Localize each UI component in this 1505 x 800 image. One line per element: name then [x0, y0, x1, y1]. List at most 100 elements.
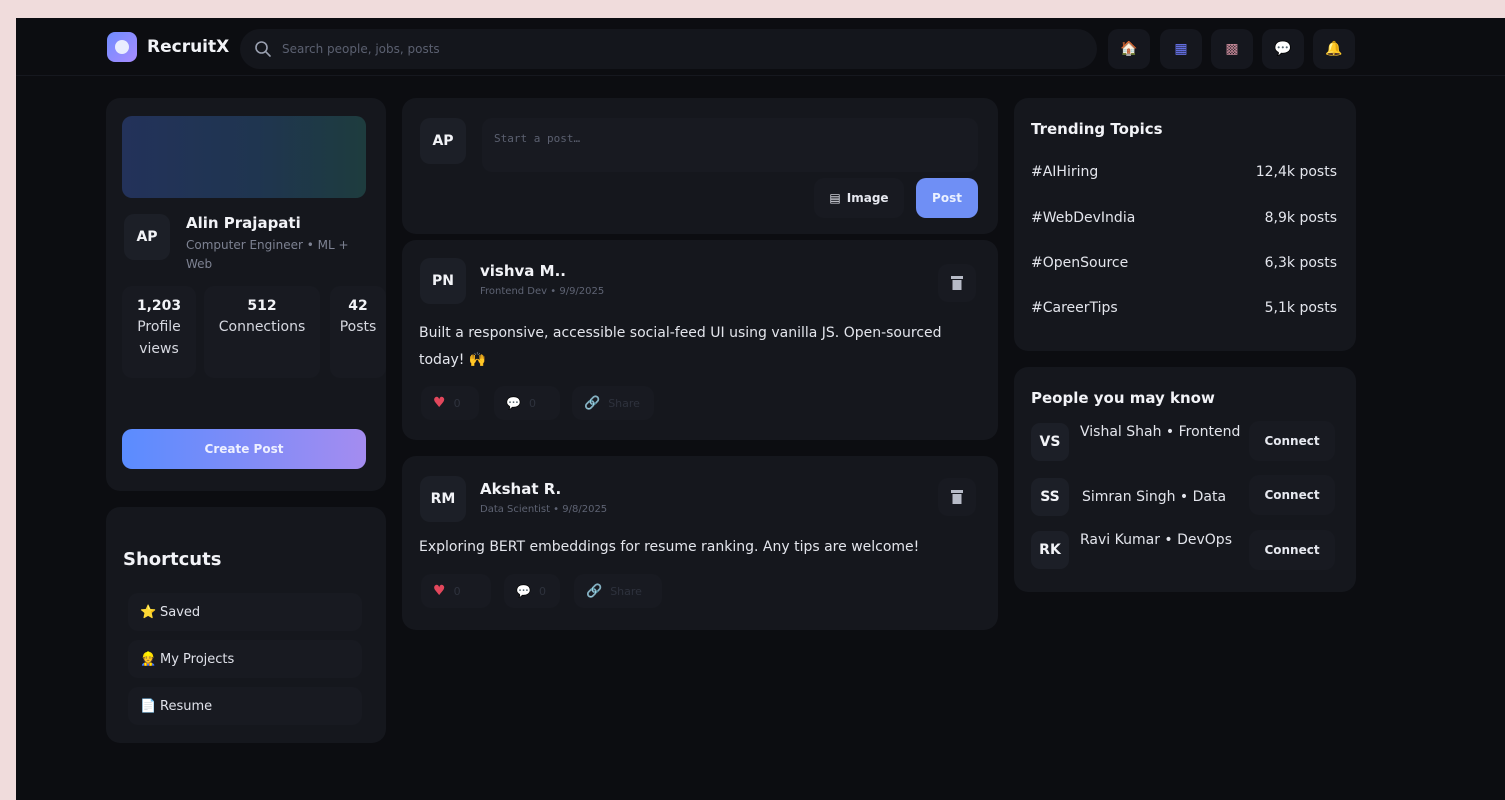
delete-post-button[interactable] — [938, 478, 976, 516]
stat-value: 512 — [247, 298, 277, 314]
image-icon: ▤ — [829, 191, 841, 205]
shortcut-resume[interactable]: 📄 Resume — [128, 687, 362, 725]
shortcut-label: Resume — [160, 698, 213, 714]
shortcut-label: My Projects — [160, 651, 235, 667]
shortcut-saved[interactable]: ⭐ Saved — [128, 593, 362, 631]
post-composer-input[interactable] — [482, 118, 978, 172]
heart-icon: ♥ — [433, 583, 446, 599]
profile-name[interactable]: Alin Prajapati — [186, 214, 301, 232]
post-author-name[interactable]: vishva M.. — [480, 262, 566, 280]
share-button[interactable]: 🔗 Share — [574, 574, 662, 608]
search-input[interactable] — [282, 37, 1062, 61]
link-icon: 🔗 — [586, 583, 603, 599]
like-button[interactable]: ♥ 0 — [421, 574, 491, 608]
app-window: RecruitX 🏠 ▦ ▩ 💬 🔔 AP Alin Prajapati Com… — [16, 18, 1505, 800]
like-button[interactable]: ♥ 0 — [421, 386, 479, 420]
stat-label: Posts — [339, 319, 377, 335]
stat-profile-views[interactable]: 1,203 Profile views — [122, 286, 196, 378]
person-avatar[interactable]: RK — [1031, 531, 1069, 569]
comment-count: 0 — [538, 584, 546, 598]
connect-button[interactable]: Connect — [1249, 475, 1335, 515]
publish-post-button[interactable]: Post — [916, 178, 978, 218]
chat-icon: 💬 — [1274, 41, 1292, 57]
post-author-name[interactable]: Akshat R. — [480, 480, 561, 498]
trending-topic[interactable]: #CareerTips 5,1k posts — [1031, 300, 1337, 322]
shortcut-label: Saved — [160, 604, 201, 620]
post-text: Built a responsive, accessible social-fe… — [419, 325, 942, 368]
stat-value: 42 — [348, 298, 368, 314]
connect-button[interactable]: Connect — [1249, 421, 1335, 461]
share-button[interactable]: 🔗 Share — [572, 386, 654, 420]
heart-icon: ♥ — [433, 395, 446, 411]
feed-post: PN vishva M.. Frontend Dev • 9/9/2025 Bu… — [402, 240, 998, 440]
person-name[interactable]: Vishal Shah • Frontend — [1080, 421, 1244, 443]
shortcuts-card: Shortcuts ⭐ Saved 👷 My Projects 📄 Resume — [106, 507, 386, 743]
trash-icon — [951, 276, 963, 290]
post-author-avatar[interactable]: PN — [420, 258, 466, 304]
nav-messages-button[interactable]: 💬 — [1262, 29, 1304, 69]
people-card: People you may know VS Vishal Shah • Fro… — [1014, 367, 1356, 592]
nav-grid-button[interactable]: ▦ — [1160, 29, 1202, 69]
profile-cover — [122, 116, 366, 198]
like-count: 0 — [453, 396, 461, 410]
trash-icon — [951, 490, 963, 504]
trending-topic[interactable]: #WebDevIndia 8,9k posts — [1031, 210, 1337, 232]
trending-title: Trending Topics — [1031, 120, 1163, 138]
worker-icon: 👷 — [140, 651, 157, 667]
search-bar[interactable] — [240, 29, 1097, 69]
share-label: Share — [608, 396, 640, 410]
flag-icon: ▩ — [1225, 41, 1239, 57]
search-icon — [255, 41, 271, 57]
stat-value: 1,203 — [136, 298, 182, 314]
comment-count: 0 — [528, 396, 536, 410]
topic-count: 8,9k posts — [1264, 210, 1337, 226]
trending-topic[interactable]: #OpenSource 6,3k posts — [1031, 255, 1337, 277]
person-avatar[interactable]: SS — [1031, 478, 1069, 516]
profile-avatar[interactable]: AP — [124, 214, 170, 260]
person-avatar[interactable]: VS — [1031, 423, 1069, 461]
comment-button[interactable]: 💬 0 — [504, 574, 560, 608]
stat-label: Connections — [218, 319, 306, 335]
like-count: 0 — [453, 584, 461, 598]
nav-flag-button[interactable]: ▩ — [1211, 29, 1253, 69]
trending-topic[interactable]: #AIHiring 12,4k posts — [1031, 164, 1337, 186]
post-author-avatar[interactable]: RM — [420, 476, 466, 522]
topic-count: 5,1k posts — [1264, 300, 1337, 316]
comment-button[interactable]: 💬 0 — [494, 386, 560, 420]
top-bar: RecruitX 🏠 ▦ ▩ 💬 🔔 — [16, 18, 1505, 76]
link-icon: 🔗 — [584, 395, 601, 411]
topic-tag: #CareerTips — [1031, 300, 1118, 316]
trending-card: Trending Topics #AIHiring 12,4k posts #W… — [1014, 98, 1356, 351]
add-image-button[interactable]: ▤ Image — [814, 178, 904, 218]
delete-post-button[interactable] — [938, 264, 976, 302]
composer-card: AP ▤ Image Post — [402, 98, 998, 234]
profile-title: Computer Engineer • ML + Web — [186, 238, 349, 271]
feed-post: RM Akshat R. Data Scientist • 9/8/2025 E… — [402, 456, 998, 630]
app-name[interactable]: RecruitX — [147, 37, 229, 57]
connect-button[interactable]: Connect — [1249, 530, 1335, 570]
topic-count: 6,3k posts — [1264, 255, 1337, 271]
share-label: Share — [610, 584, 642, 598]
logo-icon[interactable] — [107, 32, 137, 62]
nav-notifications-button[interactable]: 🔔 — [1313, 29, 1355, 69]
stat-posts[interactable]: 42 Posts — [330, 286, 386, 378]
post-meta: Data Scientist • 9/8/2025 — [480, 504, 608, 515]
people-title: People you may know — [1031, 389, 1215, 407]
person-name[interactable]: Ravi Kumar • DevOps — [1080, 529, 1244, 551]
person-name[interactable]: Simran Singh • Data — [1082, 486, 1246, 508]
topic-count: 12,4k posts — [1255, 164, 1337, 180]
bell-icon: 🔔 — [1325, 41, 1343, 57]
create-post-button[interactable]: Create Post — [122, 429, 366, 469]
post-text: Exploring BERT embeddings for resume ran… — [419, 539, 920, 555]
shortcuts-title: Shortcuts — [123, 549, 222, 570]
comment-icon: 💬 — [516, 584, 531, 598]
home-icon: 🏠 — [1120, 41, 1138, 57]
stat-connections[interactable]: 512 Connections — [204, 286, 320, 378]
image-button-label: Image — [846, 191, 889, 205]
profile-card: AP Alin Prajapati Computer Engineer • ML… — [106, 98, 386, 491]
nav-home-button[interactable]: 🏠 — [1108, 29, 1150, 69]
comment-icon: 💬 — [506, 396, 521, 410]
topic-tag: #AIHiring — [1031, 164, 1099, 180]
grid-icon: ▦ — [1174, 41, 1188, 57]
shortcut-my-projects[interactable]: 👷 My Projects — [128, 640, 362, 678]
